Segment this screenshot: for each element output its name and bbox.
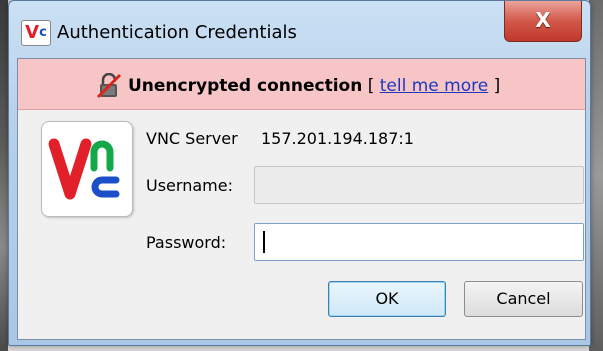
tell-me-more-link[interactable]: tell me more bbox=[380, 76, 488, 96]
auth-dialog: Vc Authentication Credentials X Unencryp… bbox=[8, 0, 591, 346]
unencrypted-warning-bar: Unencrypted connection [ tell me more ] bbox=[18, 59, 585, 110]
desktop-background-left bbox=[0, 0, 8, 351]
vnc-logo-icon bbox=[41, 121, 133, 217]
unlocked-padlock-icon bbox=[96, 73, 122, 99]
ok-button[interactable]: OK bbox=[328, 281, 446, 317]
close-button[interactable]: X bbox=[504, 1, 582, 42]
bracket-close: ] bbox=[493, 76, 501, 96]
cancel-button[interactable]: Cancel bbox=[464, 281, 583, 317]
window-title: Authentication Credentials bbox=[57, 22, 297, 43]
username-field[interactable] bbox=[254, 166, 584, 204]
text-caret bbox=[263, 231, 265, 253]
vnc-app-icon: Vc bbox=[21, 20, 51, 46]
vnc-server-value: 157.201.194.187:1 bbox=[261, 129, 414, 148]
username-label: Username: bbox=[146, 176, 233, 195]
title-bar[interactable]: Vc Authentication Credentials X bbox=[9, 1, 590, 57]
bracket-open: [ bbox=[367, 76, 375, 96]
password-field[interactable] bbox=[254, 223, 584, 261]
dialog-body: Unencrypted connection [ tell me more ] … bbox=[17, 58, 586, 340]
password-label: Password: bbox=[146, 233, 227, 252]
warning-message: Unencrypted connection [ tell me more ] bbox=[96, 73, 500, 99]
desktop-background-right bbox=[589, 0, 603, 351]
vnc-server-label: VNC Server bbox=[146, 129, 238, 148]
warning-text: Unencrypted connection bbox=[128, 76, 363, 96]
